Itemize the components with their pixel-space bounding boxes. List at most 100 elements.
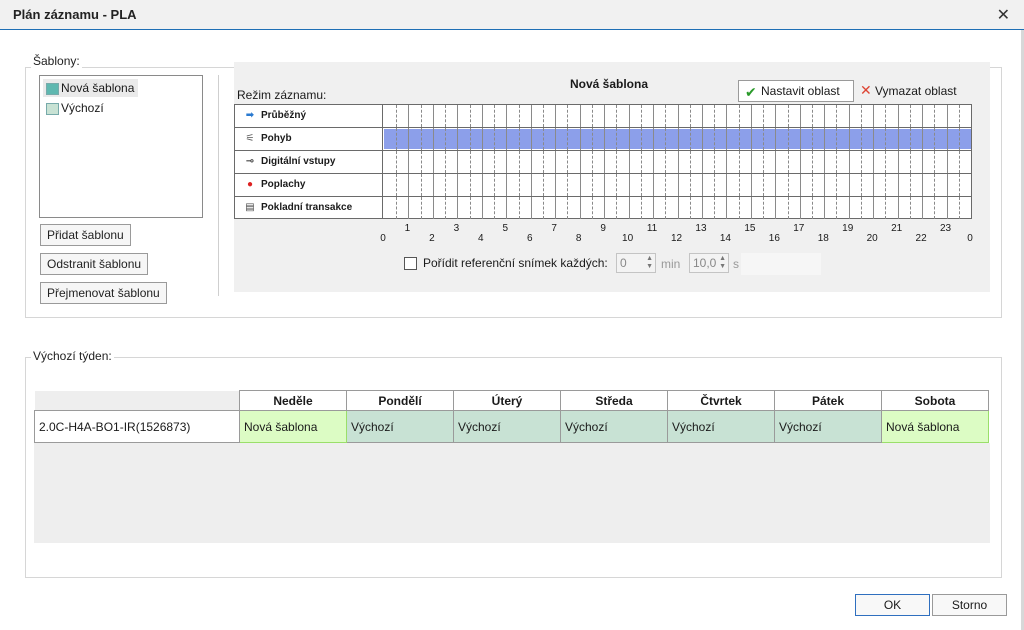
seconds-stepper[interactable]: 10,0 ▲ ▼ <box>689 253 729 273</box>
grid-tick <box>616 174 618 196</box>
grid-tick <box>542 197 544 219</box>
grid-tick <box>836 105 838 127</box>
stepper-arrows-icon[interactable]: ▲ ▼ <box>646 255 653 271</box>
grid-tick <box>506 174 508 196</box>
schedule-row-digital-inputs[interactable]: ⊸ Digitální vstupy <box>235 151 971 174</box>
grid-tick <box>653 174 655 196</box>
templates-list[interactable]: Nová šablona Výchozí <box>39 75 203 218</box>
grid-tick <box>665 151 667 173</box>
grid-tick <box>934 151 936 173</box>
hour-label: 8 <box>575 233 582 244</box>
day-header: Čtvrtek <box>667 390 775 411</box>
grid-tick <box>579 128 581 150</box>
list-item[interactable]: Výchozí <box>43 99 108 117</box>
divider <box>218 75 219 296</box>
rename-template-button[interactable]: Přejmenovat šablonu <box>40 282 167 304</box>
grid-tick <box>591 174 593 196</box>
grid-tick <box>530 197 532 219</box>
schedule-row-continuous[interactable]: ➡ Průběžný <box>235 105 971 128</box>
grid-tick <box>469 151 471 173</box>
grid-tick <box>432 105 434 127</box>
grid-tick <box>958 197 960 219</box>
grid-tick <box>763 197 765 219</box>
grid-tick <box>738 128 740 150</box>
grid-tick <box>616 128 618 150</box>
title-bar: Plán záznamu - PLA ✕ <box>0 0 1024 30</box>
hour-label: 3 <box>453 223 460 234</box>
grid-tick <box>481 197 483 219</box>
day-template-cell[interactable]: Nová šablona <box>881 410 989 443</box>
schedule-row-motion[interactable]: ⚟ Pohyb <box>235 128 971 151</box>
day-header: Pondělí <box>346 390 454 411</box>
add-template-button[interactable]: Přidat šablonu <box>40 224 131 246</box>
day-template-cell[interactable]: Výchozí <box>560 410 668 443</box>
row-cells[interactable] <box>384 151 971 173</box>
grid-tick <box>909 128 911 150</box>
schedule-grid[interactable]: ➡ Průběžný ⚟ Pohyb ⊸ Digitální vstupy ● … <box>234 104 972 219</box>
grid-tick <box>640 151 642 173</box>
cancel-button[interactable]: Storno <box>932 594 1007 616</box>
grid-tick <box>922 151 924 173</box>
grid-tick <box>481 151 483 173</box>
grid-tick <box>885 174 887 196</box>
remove-template-button[interactable]: Odstranit šablonu <box>40 253 149 275</box>
grid-tick <box>518 105 520 127</box>
grid-tick <box>432 151 434 173</box>
hour-axis: 0 1 2 3 4 5 6 7 8 9 10 11 12 13 14 15 16 17 18 19 20 21 22 23 0 <box>380 219 973 249</box>
row-cells[interactable] <box>384 197 971 219</box>
grid-tick <box>738 151 740 173</box>
row-cells[interactable] <box>384 174 971 196</box>
grid-tick <box>848 174 850 196</box>
grid-tick <box>946 128 948 150</box>
grid-tick <box>567 105 569 127</box>
list-item[interactable]: Nová šablona <box>43 79 139 97</box>
grid-tick <box>420 151 422 173</box>
ok-button[interactable]: OK <box>855 594 930 616</box>
set-area-button[interactable]: ✔ Nastavit oblast <box>738 80 854 102</box>
row-cells[interactable] <box>384 128 971 150</box>
grid-tick <box>689 128 691 150</box>
grid-tick <box>799 128 801 150</box>
schedule-row-pos-transactions[interactable]: ▤ Pokladní transakce <box>235 197 971 220</box>
grid-tick <box>628 151 630 173</box>
grid-tick <box>469 197 471 219</box>
grid-tick <box>799 105 801 127</box>
row-cells[interactable] <box>384 105 971 127</box>
minutes-stepper[interactable]: 0 ▲ ▼ <box>616 253 656 273</box>
grid-tick <box>604 151 606 173</box>
hour-label: 5 <box>502 223 509 234</box>
grid-tick <box>946 174 948 196</box>
grid-tick <box>824 151 826 173</box>
corner-cell <box>34 390 240 411</box>
clear-area-button[interactable]: ✕ Vymazat oblast <box>858 82 957 102</box>
grid-tick <box>457 151 459 173</box>
hour-label: 0 <box>967 233 973 244</box>
hour-label: 17 <box>793 223 805 234</box>
day-template-cell[interactable]: Výchozí <box>774 410 882 443</box>
digital-input-icon: ⊸ <box>245 156 255 167</box>
grid-tick <box>922 174 924 196</box>
grid-tick <box>689 105 691 127</box>
clear-area-label: Vymazat oblast <box>875 84 957 98</box>
day-template-cell[interactable]: Výchozí <box>453 410 561 443</box>
default-week-group-label: Výchozí týden: <box>31 349 114 363</box>
day-template-cell[interactable]: Výchozí <box>667 410 775 443</box>
schedule-row-alarms[interactable]: ● Poplachy <box>235 174 971 197</box>
grid-tick <box>555 128 557 150</box>
hour-label: 19 <box>842 223 854 234</box>
day-template-cell[interactable]: Nová šablona <box>239 410 347 443</box>
reference-snapshot-checkbox[interactable] <box>404 257 417 270</box>
templates-group-label: Šablony: <box>31 54 82 68</box>
grid-tick <box>701 128 703 150</box>
grid-tick <box>775 151 777 173</box>
day-header: Pátek <box>774 390 882 411</box>
grid-tick <box>579 105 581 127</box>
day-template-cell[interactable]: Výchozí <box>346 410 454 443</box>
grid-tick <box>677 128 679 150</box>
stepper-arrows-icon[interactable]: ▲ ▼ <box>719 255 726 271</box>
grid-tick <box>628 105 630 127</box>
seconds-area <box>741 253 821 275</box>
close-icon[interactable]: ✕ <box>997 5 1010 25</box>
grid-tick <box>958 174 960 196</box>
grid-tick <box>799 151 801 173</box>
